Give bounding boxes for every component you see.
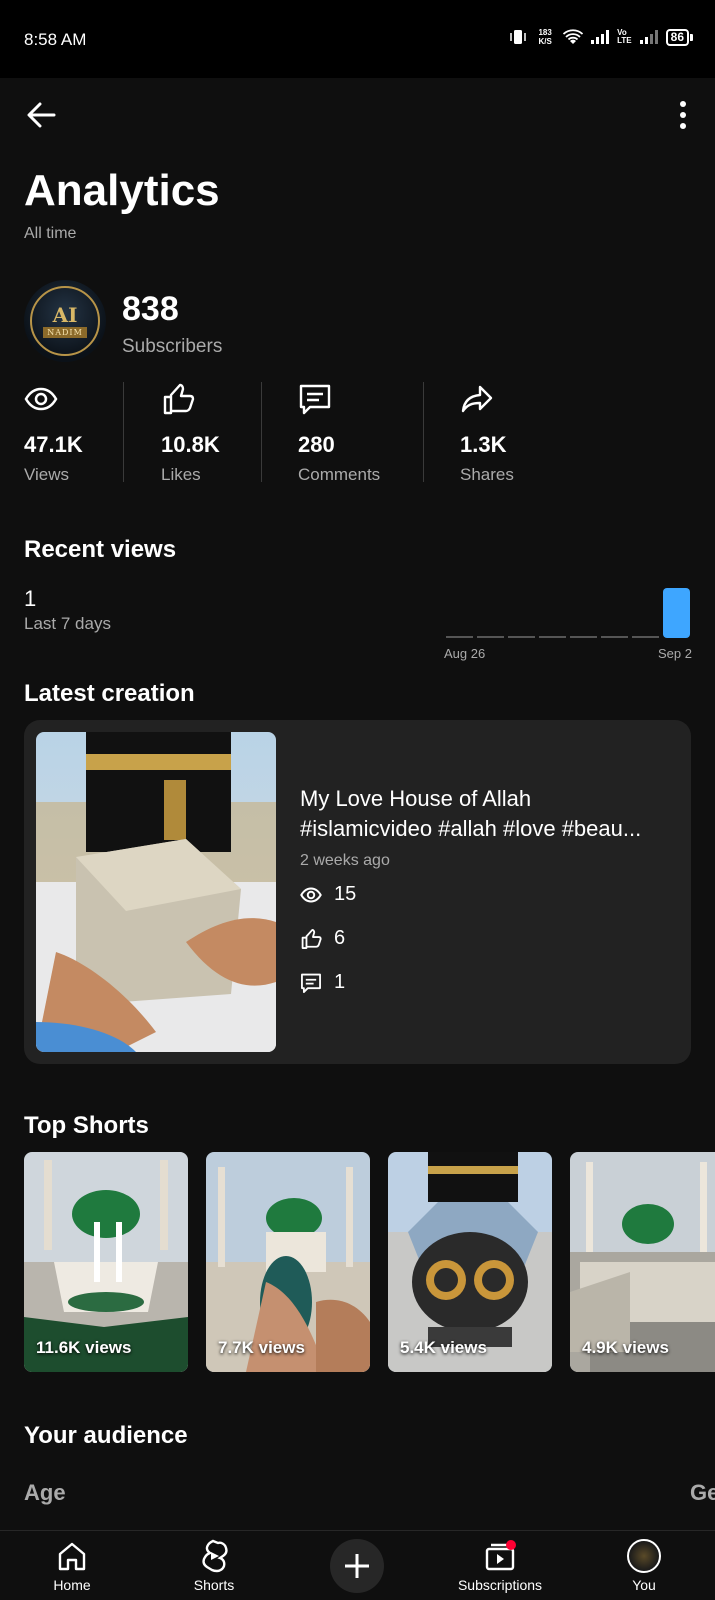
chart-x-end-label: Sep 2 bbox=[658, 646, 692, 661]
chart-bar-empty bbox=[446, 636, 473, 638]
battery-level: 86 bbox=[665, 28, 689, 46]
divider bbox=[423, 382, 424, 482]
top-shorts-heading: Top Shorts bbox=[24, 1112, 149, 1139]
plus-icon bbox=[345, 1554, 369, 1578]
subscriptions-icon bbox=[485, 1540, 516, 1571]
status-time: 8:58 AM bbox=[24, 30, 87, 49]
stat-likes[interactable]: 10.8K Likes bbox=[161, 382, 220, 484]
chart-bar bbox=[663, 588, 690, 638]
period-label: All time bbox=[24, 225, 77, 242]
net-speed: 183 K/S bbox=[538, 28, 552, 46]
recent-views-value: 1 bbox=[24, 586, 37, 611]
page-title: Analytics bbox=[24, 166, 220, 215]
vibrate-icon bbox=[510, 30, 526, 44]
short-views: 4.9K views bbox=[582, 1338, 669, 1357]
short-views: 11.6K views bbox=[36, 1338, 132, 1357]
thumbs-up-icon bbox=[301, 928, 322, 949]
recent-views-period: Last 7 days bbox=[24, 614, 111, 633]
audience-gender-label: Ge bbox=[690, 1480, 715, 1505]
audience-heading: Your audience bbox=[24, 1422, 188, 1449]
battery-icon: 86 bbox=[665, 28, 693, 46]
nav-home[interactable]: Home bbox=[17, 1539, 127, 1593]
create-button[interactable] bbox=[330, 1539, 384, 1593]
avatar-logo: AI NADIM bbox=[30, 286, 100, 356]
nav-shorts[interactable]: Shorts bbox=[159, 1539, 269, 1593]
short-views: 5.4K views bbox=[400, 1338, 487, 1357]
latest-video-card[interactable]: My Love House of Allah #islamicvideo #al… bbox=[24, 720, 691, 1064]
chart-bar-empty bbox=[508, 636, 535, 638]
stat-views[interactable]: 47.1K Views bbox=[24, 382, 83, 484]
bottom-nav: Home Shorts Subscriptions You bbox=[0, 1530, 715, 1600]
status-icons: 183 K/S Vo LTE 86 bbox=[509, 28, 693, 46]
shorts-icon bbox=[202, 1539, 228, 1573]
video-age: 2 weeks ago bbox=[300, 852, 390, 869]
eye-icon bbox=[24, 387, 58, 411]
video-views: 15 bbox=[300, 883, 356, 906]
recent-views-chart[interactable]: Aug 26 Sep 2 bbox=[444, 580, 692, 662]
short-card[interactable]: 11.6K views bbox=[24, 1152, 188, 1372]
audience-age-label: Age bbox=[24, 1480, 66, 1505]
latest-creation-heading: Latest creation bbox=[24, 680, 195, 707]
home-icon bbox=[58, 1542, 86, 1571]
subscriber-label: Subscribers bbox=[122, 336, 223, 357]
divider bbox=[123, 382, 124, 482]
share-icon bbox=[461, 385, 493, 413]
recent-views-heading: Recent views bbox=[24, 536, 177, 563]
volte-icon: Vo LTE bbox=[617, 28, 632, 45]
short-card[interactable]: 7.7K views bbox=[206, 1152, 370, 1372]
divider bbox=[261, 382, 262, 482]
back-arrow-icon[interactable] bbox=[24, 98, 58, 132]
video-likes: 6 bbox=[300, 927, 345, 950]
status-bar: 8:58 AM 183 K/S Vo LTE 86 bbox=[0, 0, 715, 78]
chart-x-start-label: Aug 26 bbox=[444, 646, 485, 661]
eye-icon bbox=[300, 887, 322, 902]
signal-4g-icon bbox=[639, 30, 658, 44]
chart-bar-empty bbox=[477, 636, 504, 638]
video-thumbnail[interactable] bbox=[36, 732, 276, 1052]
nav-you[interactable]: You bbox=[589, 1539, 699, 1593]
chart-bar-empty bbox=[601, 636, 628, 638]
chart-bar-empty bbox=[632, 636, 659, 638]
thumbs-up-icon bbox=[163, 383, 195, 415]
signal-icon bbox=[591, 30, 610, 44]
video-title[interactable]: My Love House of Allah #islamicvideo #al… bbox=[300, 784, 668, 844]
wifi-icon bbox=[563, 29, 584, 44]
chart-bar-empty bbox=[539, 636, 566, 638]
short-card[interactable]: 4.9K views bbox=[570, 1152, 715, 1372]
stat-comments[interactable]: 280 Comments bbox=[298, 382, 380, 484]
avatar bbox=[627, 1539, 661, 1573]
more-vert-icon[interactable] bbox=[668, 98, 698, 132]
stat-shares[interactable]: 1.3K Shares bbox=[460, 382, 514, 484]
channel-avatar[interactable]: AI NADIM bbox=[24, 280, 106, 362]
video-comments: 1 bbox=[300, 971, 345, 994]
subscriber-count: 838 bbox=[122, 290, 179, 328]
chart-bar-empty bbox=[570, 636, 597, 638]
short-views: 7.7K views bbox=[218, 1338, 305, 1357]
comment-icon bbox=[301, 973, 321, 993]
short-card[interactable]: 5.4K views bbox=[388, 1152, 552, 1372]
comment-icon bbox=[299, 384, 331, 415]
nav-subscriptions[interactable]: Subscriptions bbox=[445, 1539, 555, 1593]
